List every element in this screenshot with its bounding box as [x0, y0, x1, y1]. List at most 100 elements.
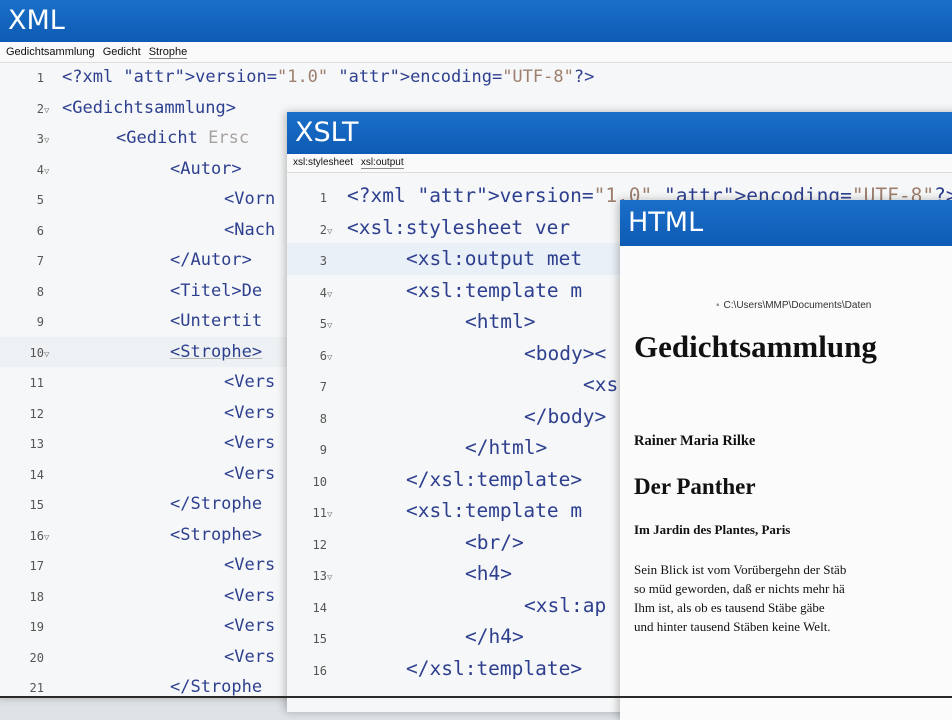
line-number: 6 — [319, 348, 327, 363]
code-text: <Strophe> — [170, 524, 263, 545]
line-number: 16 — [29, 528, 44, 543]
line-number: 8 — [36, 284, 44, 299]
line-number: 12 — [312, 537, 327, 552]
line-number: 6 — [36, 223, 44, 238]
preview-verse: und hinter tausend Stäben keine Welt. — [634, 619, 831, 634]
code-text: <xsl:template m — [406, 278, 583, 302]
xslt-panel-title: XSLT — [287, 112, 952, 154]
code-text: <Autor> — [170, 158, 242, 179]
line-number: 1 — [36, 71, 44, 85]
xml-breadcrumb-item[interactable]: Gedicht — [103, 46, 141, 58]
html-panel-title: HTML — [620, 200, 952, 246]
code-text: </h4> — [465, 625, 524, 648]
line-number: 13 — [29, 437, 44, 451]
code-text: <Vers — [224, 433, 276, 453]
xml-panel-title: XML — [0, 0, 952, 42]
fold-toggle-icon[interactable]: ▽ — [44, 96, 56, 127]
xslt-breadcrumb-item[interactable]: xsl:stylesheet — [293, 157, 353, 168]
line-number: 9 — [319, 443, 327, 457]
preview-stanza: Sein Blick ist vom Vorübergehn der Stäb … — [620, 560, 952, 636]
preview-heading-1: Gedichtsammlung — [634, 329, 877, 364]
code-text: <xsl:stylesheet ver — [347, 215, 571, 239]
html-preview-panel: HTML ▪ C:\Users\MMP\Documents\Daten Gedic… — [620, 200, 952, 720]
line-number: 15 — [29, 498, 44, 512]
code-text: <xs — [583, 373, 619, 396]
line-number: 9 — [36, 315, 44, 329]
code-text: </Strophe — [170, 677, 263, 697]
line-number: 4 — [319, 285, 327, 300]
code-text: <Titel>De — [170, 280, 263, 301]
code-text: <Nach — [224, 219, 276, 240]
fold-toggle-icon[interactable]: ▽ — [44, 523, 56, 554]
line-number: 17 — [29, 559, 44, 573]
line-number: 8 — [319, 411, 327, 426]
file-icon: ▪ — [716, 300, 720, 311]
code-text: <Vers — [224, 646, 276, 667]
line-number: 2 — [36, 101, 44, 116]
line-number: 10 — [29, 345, 44, 360]
xslt-breadcrumb-item[interactable]: xsl:output — [360, 157, 404, 169]
code-text: </Strophe — [170, 494, 263, 514]
code-text: </xsl:template> — [406, 656, 583, 680]
preview-verse: Sein Blick ist vom Vorübergehn der Stäb — [634, 562, 847, 577]
code-text: <br/> — [465, 530, 524, 554]
code-text: <?xml "attr">version="1.0" "attr">encodi… — [62, 67, 595, 87]
line-number: 3 — [319, 254, 327, 268]
line-number: 21 — [29, 681, 44, 695]
code-text: <Vers — [224, 555, 276, 575]
line-number: 10 — [312, 474, 327, 489]
line-number: 3 — [36, 132, 44, 146]
file-path: C:\Users\MMP\Documents\Daten — [723, 300, 872, 311]
xslt-breadcrumb: xsl:stylesheet xsl:output — [287, 154, 952, 173]
code-text: <Vers — [224, 402, 276, 423]
preview-verse: so müd geworden, daß er nichts mehr hä — [634, 581, 845, 596]
code-text: <Vorn — [224, 189, 276, 209]
code-text: <h4> — [465, 562, 512, 585]
code-text: <xsl:output met — [406, 247, 583, 270]
fold-toggle-icon[interactable]: ▽ — [44, 340, 56, 371]
preview-subtitle: Im Jardin des Plantes, Paris — [634, 522, 791, 537]
line-number: 2 — [319, 222, 327, 237]
line-number: 14 — [29, 467, 44, 482]
code-text: <xsl:template m — [406, 499, 583, 522]
code-text: <Strophe> — [170, 341, 263, 362]
code-text: </html> — [465, 436, 548, 459]
preview-verse: Ihm ist, als ob es tausend Stäbe gäbe — [634, 600, 825, 615]
code-text: </body> — [524, 404, 607, 428]
line-number: 11 — [312, 506, 327, 520]
code-text: </Autor> — [170, 250, 252, 270]
line-number: 18 — [29, 589, 44, 604]
code-text: </xsl:template> — [406, 467, 583, 491]
code-text: <Vers — [224, 585, 276, 606]
line-number: 5 — [319, 317, 327, 331]
line-number: 12 — [29, 406, 44, 421]
line-number: 7 — [36, 254, 44, 268]
preview-author: Rainer Maria Rilke — [634, 433, 756, 449]
file-path-bar: ▪ C:\Users\MMP\Documents\Daten — [716, 300, 952, 311]
code-text: <body>< — [524, 341, 607, 365]
code-text: <Vers — [224, 616, 276, 636]
code-text: <Gedichtsammlung> — [62, 97, 236, 118]
code-text: <html> — [465, 310, 536, 333]
code-line[interactable]: 1 <?xml "attr">version="1.0" "attr">encod… — [0, 62, 952, 93]
preview-heading-2: Der Panther — [634, 474, 756, 499]
code-text: <xsl:ap — [524, 593, 607, 617]
code-text: <Vers — [224, 372, 276, 392]
line-number: 7 — [319, 380, 327, 394]
xml-breadcrumb-item[interactable]: Strophe — [148, 46, 188, 59]
line-number: 5 — [36, 193, 44, 207]
code-text: <Untertit — [170, 311, 263, 331]
code-text: <Vers — [224, 463, 276, 484]
line-number: 11 — [29, 376, 44, 390]
line-number: 4 — [36, 162, 44, 177]
line-number: 13 — [312, 569, 327, 583]
line-number: 16 — [312, 663, 327, 678]
line-number: 1 — [319, 191, 327, 205]
line-number: 19 — [29, 620, 44, 634]
code-text: <Gedicht Ersc — [116, 128, 250, 148]
line-number: 20 — [29, 650, 44, 665]
line-number: 14 — [312, 600, 327, 615]
fold-toggle-icon[interactable]: ▽ — [44, 126, 56, 157]
fold-toggle-icon[interactable]: ▽ — [44, 157, 56, 188]
xml-breadcrumb-item[interactable]: Gedichtsammlung — [6, 46, 95, 58]
